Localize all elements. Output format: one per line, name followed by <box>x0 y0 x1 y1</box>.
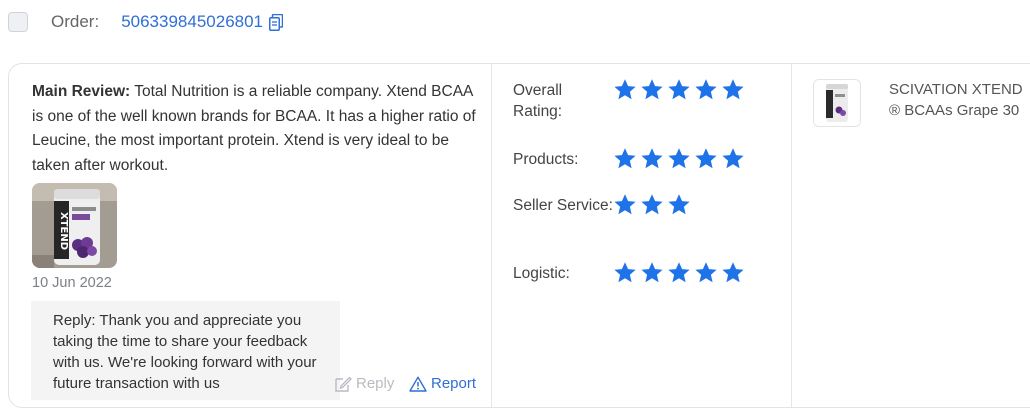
star-icon <box>695 79 717 100</box>
product-column: SCIVATION XTEND ® BCAAs Grape 30 <box>791 64 1030 407</box>
product-name-line2: ® BCAAs Grape 30 <box>889 102 1020 119</box>
star-icon <box>722 262 744 283</box>
star-icon <box>614 194 636 215</box>
review-column: Main Review: Total Nutrition is a reliab… <box>9 64 492 407</box>
review-label: Main Review: <box>32 83 131 100</box>
order-checkbox[interactable] <box>8 12 28 32</box>
star-rating <box>613 147 748 171</box>
star-icon <box>614 79 636 100</box>
star-icon <box>641 262 663 283</box>
review-date: 10 Jun 2022 <box>32 275 112 291</box>
copy-icon[interactable] <box>269 13 284 31</box>
order-label: Order: <box>51 12 100 31</box>
star-icon <box>695 262 717 283</box>
product-name[interactable]: SCIVATION XTEND ® BCAAs Grape 30 <box>889 79 1023 121</box>
review-text: Main Review: Total Nutrition is a reliab… <box>32 80 487 178</box>
rating-label: Products: <box>513 151 579 168</box>
star-icon <box>641 148 663 169</box>
rating-products: Products: <box>513 147 748 171</box>
rating-seller-service: Seller Service: <box>513 193 694 217</box>
star-icon <box>722 79 744 100</box>
reply-button-label: Reply <box>356 375 395 392</box>
rating-label: Seller Service: <box>513 197 613 214</box>
star-icon <box>695 148 717 169</box>
svg-text:XTEND: XTEND <box>58 212 69 250</box>
seller-reply: Reply: Thank you and appreciate you taki… <box>31 301 340 400</box>
rating-logistic: Logistic: <box>513 261 748 285</box>
star-icon <box>668 79 690 100</box>
rating-overall: Overall Rating: <box>513 78 748 122</box>
star-rating <box>613 193 694 217</box>
star-icon <box>614 262 636 283</box>
star-icon <box>641 194 663 215</box>
warning-icon <box>409 376 427 392</box>
edit-icon <box>335 376 352 392</box>
review-card: Main Review: Total Nutrition is a reliab… <box>8 63 1030 408</box>
star-icon <box>668 262 690 283</box>
order-header: Order: 506339845026801 <box>8 8 284 36</box>
star-icon <box>668 148 690 169</box>
product-name-line1: SCIVATION XTEND <box>889 81 1023 98</box>
report-button[interactable]: Report <box>409 375 476 392</box>
product-thumbnail[interactable] <box>813 79 861 127</box>
star-icon <box>614 148 636 169</box>
star-icon <box>722 148 744 169</box>
star-rating <box>613 78 748 122</box>
star-rating <box>613 261 748 285</box>
review-photo[interactable]: XTEND <box>32 183 117 268</box>
rating-label: Overall Rating: <box>513 82 563 120</box>
rating-label: Logistic: <box>513 265 570 282</box>
order-id-link[interactable]: 506339845026801 <box>121 12 263 32</box>
ratings-column: Overall Rating: Products: Seller Service… <box>491 64 792 407</box>
star-icon <box>641 79 663 100</box>
report-button-label: Report <box>431 375 477 392</box>
reply-button[interactable]: Reply <box>335 375 394 392</box>
star-icon <box>668 194 690 215</box>
